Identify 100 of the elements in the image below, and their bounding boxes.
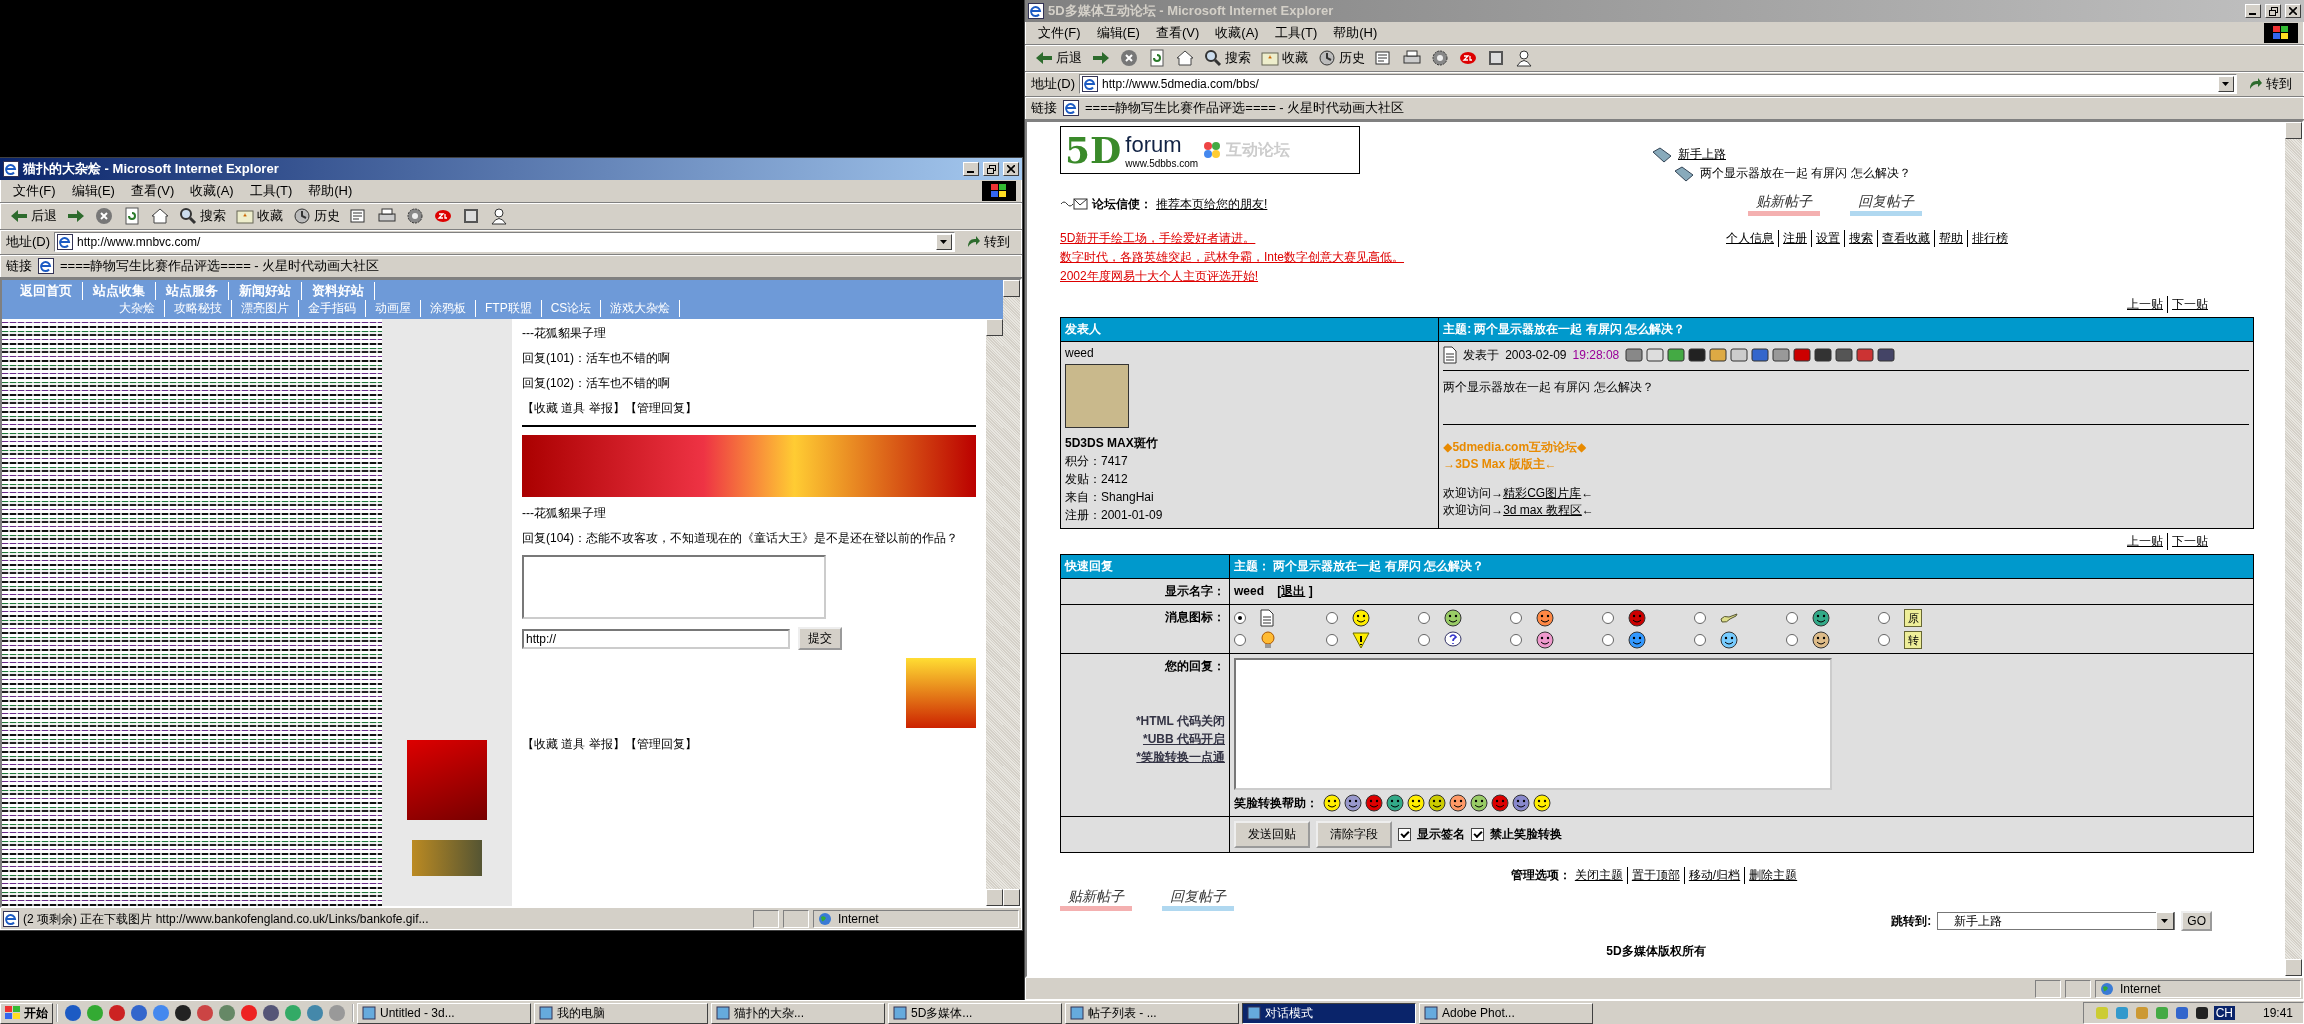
new-post-button[interactable]: 贴新帖子: [1748, 192, 1820, 216]
radio-button[interactable]: [1510, 612, 1522, 624]
text-area[interactable]: [522, 555, 826, 619]
radio-button[interactable]: [1602, 612, 1614, 624]
admin-link[interactable]: 关闭主题: [1570, 867, 1627, 884]
tray-icon[interactable]: [2193, 1005, 2210, 1021]
radio-button[interactable]: [1602, 634, 1614, 646]
history-button[interactable]: 历史: [289, 205, 344, 227]
radio-button[interactable]: [1786, 634, 1798, 646]
taskbar-button[interactable]: Untitled - 3d...: [357, 1002, 531, 1024]
close-button[interactable]: [2285, 4, 2301, 18]
menu-item[interactable]: 收藏(A): [183, 180, 241, 202]
minimize-button[interactable]: [963, 162, 979, 176]
post-action-icon[interactable]: [1793, 347, 1812, 363]
menu-item[interactable]: 编辑(E): [1089, 22, 1147, 44]
next-link[interactable]: 下一贴: [2167, 533, 2212, 550]
menu-item[interactable]: 文件(F): [1031, 22, 1088, 44]
go-button[interactable]: 转到: [959, 232, 1016, 252]
radio-button[interactable]: [1418, 612, 1430, 624]
welcome-link[interactable]: 3d max 教程区: [1503, 503, 1582, 517]
reply-post-button[interactable]: 回复帖子: [1850, 192, 1922, 216]
post-action-icon[interactable]: [1814, 347, 1833, 363]
back-button[interactable]: 后退: [6, 205, 61, 227]
radio-button[interactable]: [1234, 634, 1246, 646]
address-bar[interactable]: http://www.mnbvc.com/: [54, 232, 955, 252]
link-item[interactable]: ====静物写生比赛作品评选==== - 火星时代动画大社区: [60, 257, 380, 275]
taskbar-button[interactable]: 5D多媒体...: [888, 1002, 1062, 1024]
new-post-button[interactable]: 贴新帖子: [1060, 888, 1132, 911]
post-action-icon[interactable]: [1625, 347, 1644, 363]
taskbar-button[interactable]: Adobe Phot...: [1419, 1002, 1593, 1024]
admin-link[interactable]: 删除主题: [1744, 867, 1802, 884]
vertical-scrollbar[interactable]: [2285, 122, 2302, 976]
favorites-button[interactable]: 收藏: [1257, 47, 1312, 69]
top-link[interactable]: 排行榜: [1967, 230, 2012, 247]
logout-link[interactable]: 退出: [1281, 584, 1306, 598]
address-bar[interactable]: http://www.5dmedia.com/bbs/: [1079, 74, 2237, 94]
radio-button[interactable]: [1418, 634, 1430, 646]
post-action-icon[interactable]: [1835, 347, 1854, 363]
clear-button[interactable]: 清除字段: [1316, 821, 1392, 848]
radio-button[interactable]: [1326, 612, 1338, 624]
post-action-icon[interactable]: [1688, 347, 1707, 363]
welcome-link[interactable]: 精彩CG图片库: [1503, 486, 1582, 500]
close-button[interactable]: [1003, 162, 1019, 176]
top-link[interactable]: 设置: [1811, 230, 1844, 247]
recommend-link[interactable]: 推荐本页给您的朋友!: [1156, 195, 1268, 213]
send-button[interactable]: 发送回贴: [1234, 821, 1310, 848]
radio-button[interactable]: [1878, 634, 1890, 646]
language-indicator[interactable]: CH: [2213, 1006, 2235, 1020]
forum-select[interactable]: 新手上路: [1937, 912, 2176, 930]
start-button[interactable]: 开始: [0, 1002, 53, 1024]
restore-button[interactable]: [983, 162, 999, 176]
link-item[interactable]: ====静物写生比赛作品评选==== - 火星时代动画大社区: [1085, 99, 1405, 117]
top-link[interactable]: 个人信息: [1722, 230, 1778, 247]
url-field[interactable]: http://: [522, 628, 790, 649]
menu-item[interactable]: 查看(V): [123, 180, 182, 202]
menu-item[interactable]: 文件(F): [6, 180, 63, 202]
minimize-button[interactable]: [2245, 4, 2261, 18]
admin-link[interactable]: 置于顶部: [1626, 867, 1684, 884]
dropdown-button[interactable]: [936, 234, 952, 250]
top-link[interactable]: 帮助: [1934, 230, 1967, 247]
post-action-icon[interactable]: [1877, 347, 1896, 363]
favorites-button[interactable]: 收藏: [232, 205, 287, 227]
radio-button[interactable]: [1694, 612, 1706, 624]
taskbar-button[interactable]: 我的电脑: [534, 1002, 708, 1024]
radio-button[interactable]: [1878, 612, 1890, 624]
taskbar-button[interactable]: 帖子列表 - ...: [1065, 1002, 1239, 1024]
address-field[interactable]: http://www.mnbvc.com/: [77, 235, 932, 249]
dropdown-button[interactable]: [2218, 76, 2234, 92]
checkbox[interactable]: [1398, 828, 1411, 841]
vertical-scrollbar[interactable]: [986, 319, 1003, 906]
prev-link[interactable]: 上一贴: [2123, 533, 2167, 550]
menu-item[interactable]: 帮助(H): [301, 180, 360, 202]
next-link[interactable]: 下一贴: [2167, 296, 2212, 313]
note-link[interactable]: *笑脸转换一点通: [1136, 749, 1225, 766]
menu-item[interactable]: 帮助(H): [1326, 22, 1385, 44]
taskbar-button[interactable]: 对话模式: [1242, 1002, 1416, 1024]
search-button[interactable]: 搜索: [175, 205, 230, 227]
radio-button[interactable]: [1786, 612, 1798, 624]
menu-item[interactable]: 工具(T): [242, 180, 300, 202]
vertical-scrollbar[interactable]: [1003, 280, 1020, 906]
radio-button[interactable]: [1694, 634, 1706, 646]
announcement-link[interactable]: 5D新开手绘工场，手绘爱好者请进。: [1060, 230, 1404, 247]
taskbar-button[interactable]: 猫扑的大杂...: [711, 1002, 885, 1024]
menu-item[interactable]: 编辑(E): [64, 180, 122, 202]
restore-button[interactable]: [2265, 4, 2281, 18]
submit-button[interactable]: 提交: [798, 627, 842, 650]
history-button[interactable]: 历史: [1314, 47, 1369, 69]
radio-button[interactable]: [1510, 634, 1522, 646]
address-field[interactable]: http://www.5dmedia.com/bbs/: [1102, 77, 2214, 91]
prev-link[interactable]: 上一贴: [2123, 296, 2167, 313]
announcement-link[interactable]: 数字时代，各路英雄突起，武林争霸，Inte数字创意大赛见高低。: [1060, 249, 1404, 266]
go-button[interactable]: 转到: [2241, 74, 2298, 94]
checkbox[interactable]: [1471, 828, 1484, 841]
radio-button[interactable]: [1326, 634, 1338, 646]
post-action-icon[interactable]: [1856, 347, 1875, 363]
top-link[interactable]: 搜索: [1844, 230, 1877, 247]
menu-item[interactable]: 查看(V): [1148, 22, 1207, 44]
quick-launch-icon[interactable]: [262, 1004, 280, 1022]
announcement-link[interactable]: 2002年度网易十大个人主页评选开始!: [1060, 268, 1404, 285]
note-link[interactable]: *UBB 代码开启: [1143, 731, 1225, 748]
